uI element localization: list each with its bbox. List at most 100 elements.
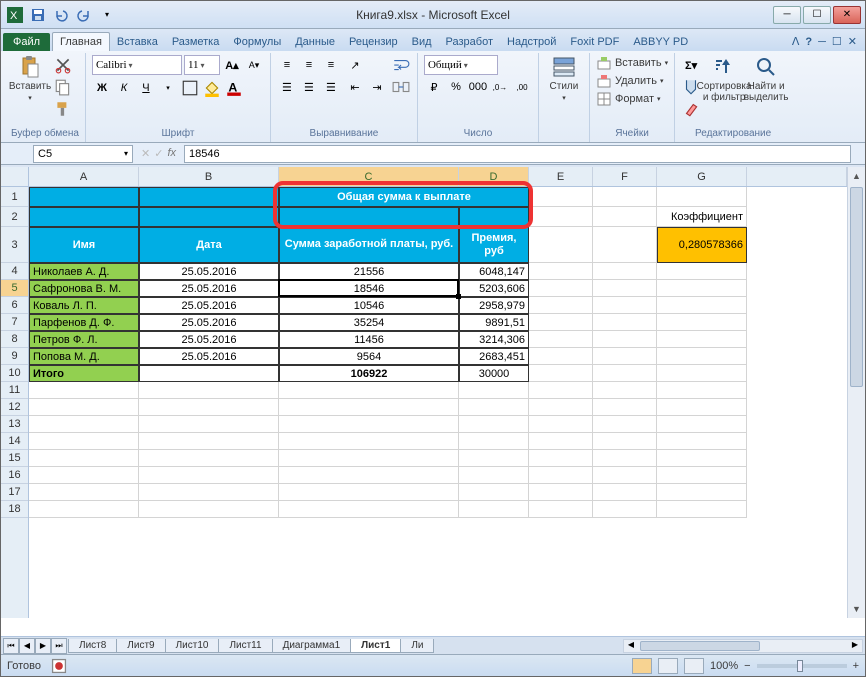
cell[interactable] xyxy=(529,314,593,331)
cell[interactable]: 10546 xyxy=(279,297,459,314)
increase-indent-icon[interactable]: ⇥ xyxy=(367,77,387,97)
cell[interactable]: Дата xyxy=(139,227,279,263)
scroll-thumb[interactable] xyxy=(850,187,863,387)
cell[interactable] xyxy=(529,365,593,382)
cell[interactable] xyxy=(593,187,657,207)
cell[interactable] xyxy=(657,484,747,501)
percent-icon[interactable]: % xyxy=(446,77,466,97)
cell[interactable] xyxy=(529,297,593,314)
cell[interactable] xyxy=(593,331,657,348)
cell[interactable] xyxy=(593,467,657,484)
col-header-G[interactable]: G xyxy=(657,167,747,186)
view-pagelayout-icon[interactable] xyxy=(658,658,678,674)
font-color-icon[interactable]: A xyxy=(224,78,244,98)
fill-handle[interactable] xyxy=(456,294,461,299)
cell[interactable] xyxy=(459,501,529,518)
orientation-icon[interactable]: ↗ xyxy=(345,55,365,75)
scroll-up-icon[interactable]: ▲ xyxy=(848,167,865,185)
cell[interactable] xyxy=(139,501,279,518)
row-header-17[interactable]: 17 xyxy=(1,484,28,501)
cell[interactable] xyxy=(529,399,593,416)
cell[interactable] xyxy=(657,348,747,365)
help-icon[interactable]: ? xyxy=(805,36,812,48)
row-header-7[interactable]: 7 xyxy=(1,314,28,331)
zoom-out-icon[interactable]: − xyxy=(744,660,750,672)
formatpainter-icon[interactable] xyxy=(53,99,73,119)
row-header-9[interactable]: 9 xyxy=(1,348,28,365)
zoom-slider[interactable] xyxy=(757,664,847,668)
cell[interactable] xyxy=(139,382,279,399)
cell[interactable]: 5203,606 xyxy=(459,280,529,297)
cells-format-button[interactable]: Формат▾ xyxy=(596,91,661,107)
cell[interactable] xyxy=(593,501,657,518)
cell[interactable] xyxy=(139,399,279,416)
cell[interactable] xyxy=(279,382,459,399)
sheet-tab[interactable]: Лист1 xyxy=(350,639,401,653)
macro-record-icon[interactable] xyxy=(49,656,69,676)
row-header-2[interactable]: 2 xyxy=(1,207,28,227)
decrease-decimal-icon[interactable]: ,00 xyxy=(512,77,532,97)
cell[interactable]: Петров Ф. Л. xyxy=(29,331,139,348)
align-middle-icon[interactable]: ≡ xyxy=(299,55,319,75)
cell[interactable] xyxy=(459,467,529,484)
cell[interactable]: 2683,451 xyxy=(459,348,529,365)
zoom-in-icon[interactable]: + xyxy=(853,660,859,672)
cell[interactable] xyxy=(529,280,593,297)
cell[interactable]: 11456 xyxy=(279,331,459,348)
cell[interactable]: 25.05.2016 xyxy=(139,263,279,280)
decrease-font-icon[interactable]: A▾ xyxy=(244,55,264,75)
cells-insert-button[interactable]: Вставить▾ xyxy=(596,55,668,71)
align-bottom-icon[interactable]: ≡ xyxy=(321,55,341,75)
cell[interactable]: 25.05.2016 xyxy=(139,280,279,297)
row-header-6[interactable]: 6 xyxy=(1,297,28,314)
cell[interactable] xyxy=(459,484,529,501)
cell[interactable]: 106922 xyxy=(279,365,459,382)
cell[interactable]: 3214,306 xyxy=(459,331,529,348)
undo-icon[interactable] xyxy=(51,5,71,25)
tab-foxit[interactable]: Foxit PDF xyxy=(563,33,626,51)
mergecells-icon[interactable] xyxy=(391,77,411,97)
cell[interactable] xyxy=(529,331,593,348)
cell[interactable] xyxy=(657,382,747,399)
sheet-nav-prev-icon[interactable]: ◀ xyxy=(19,638,35,654)
save-icon[interactable] xyxy=(28,5,48,25)
paste-button[interactable]: Вставить ▾ xyxy=(11,55,49,102)
number-format-combo[interactable]: Общий▾ xyxy=(424,55,498,75)
cell[interactable]: Попова М. Д. xyxy=(29,348,139,365)
cell[interactable] xyxy=(459,450,529,467)
cell[interactable]: Коэффициент xyxy=(657,207,747,227)
cell[interactable]: 35254 xyxy=(279,314,459,331)
merged-title-cell[interactable]: Общая сумма к выплате xyxy=(279,187,529,207)
underline-icon[interactable]: Ч xyxy=(136,78,156,98)
cell[interactable] xyxy=(29,450,139,467)
cell[interactable] xyxy=(593,399,657,416)
cell[interactable] xyxy=(657,263,747,280)
increase-decimal-icon[interactable]: ,0→ xyxy=(490,77,510,97)
fx-icon[interactable]: fx xyxy=(167,147,176,160)
row-headers[interactable]: 123456789101112131415161718 xyxy=(1,187,29,618)
cell[interactable] xyxy=(593,433,657,450)
border-icon[interactable] xyxy=(180,78,200,98)
tab-data[interactable]: Данные xyxy=(288,33,342,51)
copy-icon[interactable] xyxy=(53,77,73,97)
row-header-3[interactable]: 3 xyxy=(1,227,28,263)
cell[interactable]: 25.05.2016 xyxy=(139,348,279,365)
cell[interactable] xyxy=(657,467,747,484)
comma-icon[interactable]: 000 xyxy=(468,77,488,97)
enter-formula-icon[interactable]: ✓ xyxy=(154,147,163,160)
sheet-tab[interactable]: Лист10 xyxy=(165,639,220,653)
sheet-tab[interactable]: Лист8 xyxy=(68,639,117,653)
cell[interactable] xyxy=(279,433,459,450)
align-center-icon[interactable]: ☰ xyxy=(299,77,319,97)
doc-close-icon[interactable]: ✕ xyxy=(848,35,857,48)
qat-customize-icon[interactable]: ▾ xyxy=(97,5,117,25)
cell[interactable] xyxy=(529,207,593,227)
col-header-E[interactable]: E xyxy=(529,167,593,186)
view-pagebreak-icon[interactable] xyxy=(684,658,704,674)
cell[interactable] xyxy=(657,450,747,467)
cell[interactable] xyxy=(29,433,139,450)
cell[interactable] xyxy=(529,227,593,263)
cell[interactable]: 6048,147 xyxy=(459,263,529,280)
cell[interactable]: 0,280578366 xyxy=(657,227,747,263)
row-header-5[interactable]: 5 xyxy=(1,280,28,297)
